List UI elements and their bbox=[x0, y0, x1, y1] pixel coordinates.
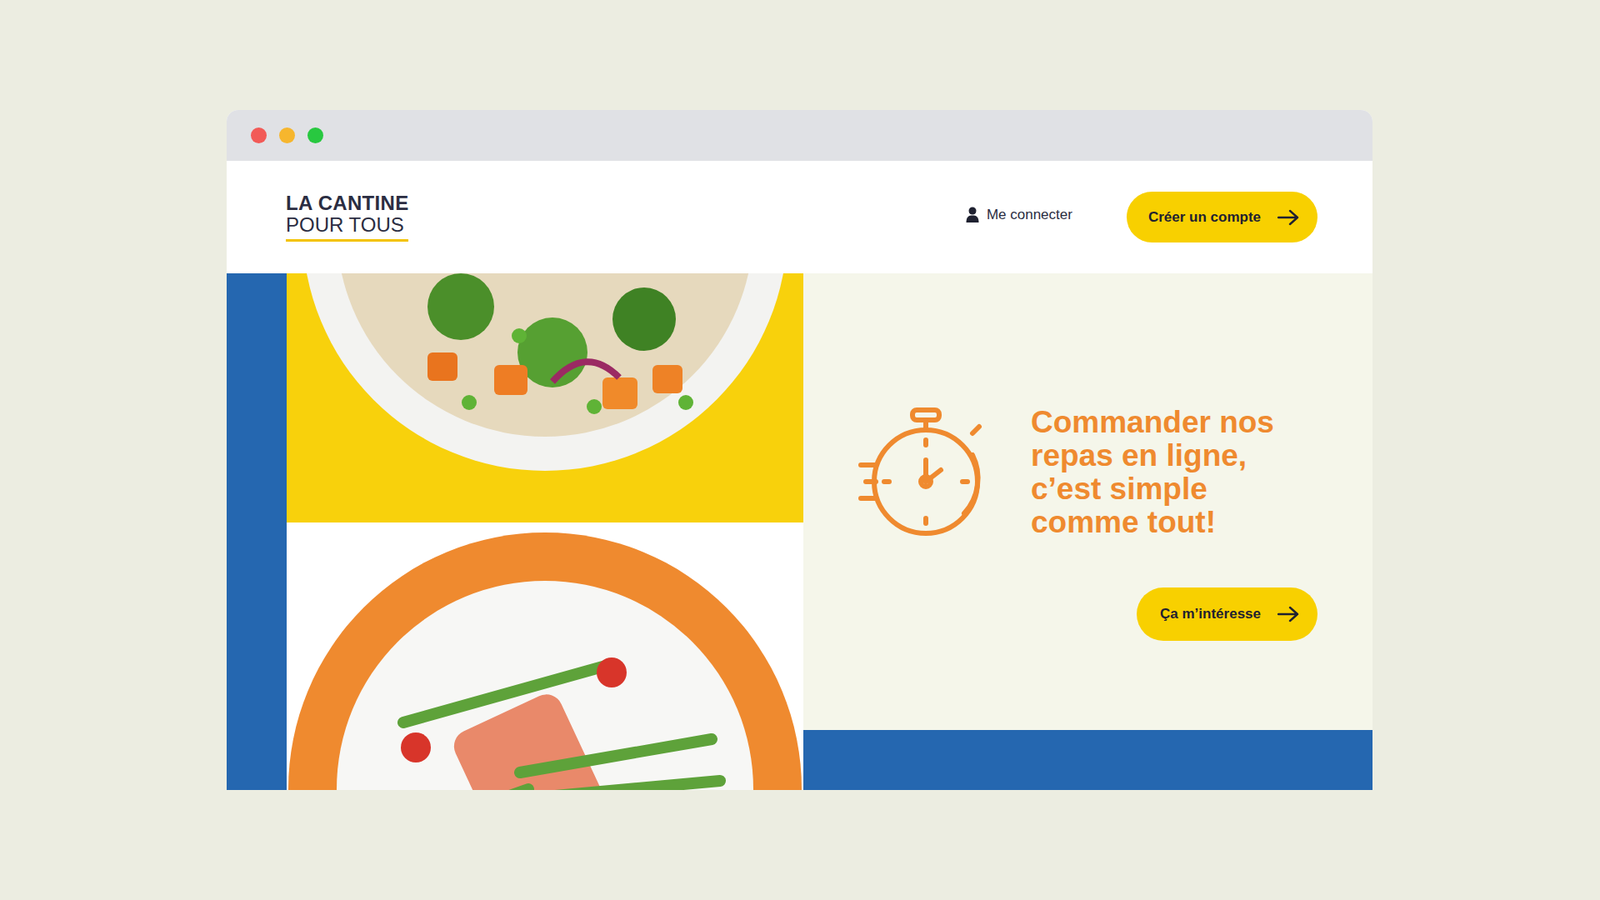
headline-line: c’est simple bbox=[1030, 472, 1275, 506]
promo-column: Commander nos repas en ligne, c’est simp… bbox=[803, 273, 1373, 790]
headline-line: repas en ligne, bbox=[1030, 439, 1275, 473]
minimize-dot[interactable] bbox=[279, 127, 295, 144]
stopwatch-icon bbox=[857, 406, 992, 539]
arrow-right-icon bbox=[1277, 209, 1300, 226]
cta-button[interactable]: Ça m’intéresse bbox=[1136, 587, 1318, 641]
title-bar bbox=[226, 110, 1373, 161]
quinoa-photo bbox=[286, 273, 804, 523]
promo-panel: Commander nos repas en ligne, c’est simp… bbox=[803, 273, 1373, 730]
orange-ring bbox=[288, 532, 802, 790]
browser-window: LA CANTINE POUR TOUS Me connecter Créer … bbox=[226, 110, 1373, 790]
site-header: LA CANTINE POUR TOUS Me connecter Créer … bbox=[226, 160, 1373, 274]
login-link[interactable]: Me connecter bbox=[965, 206, 1073, 224]
plate bbox=[336, 580, 754, 790]
logo-line[interactable]: LA CANTINE bbox=[285, 192, 409, 215]
blue-strip bbox=[226, 273, 287, 790]
salmon-illustration bbox=[336, 580, 754, 790]
headline: Commander nos repas en ligne, c’est simp… bbox=[1030, 405, 1275, 540]
salad-illustration bbox=[302, 273, 788, 471]
salmon-photo bbox=[286, 522, 804, 790]
plate bbox=[302, 273, 788, 471]
image-column bbox=[286, 273, 804, 790]
login-label[interactable]: Me connecter bbox=[986, 206, 1073, 224]
user-icon bbox=[965, 206, 980, 223]
logo[interactable]: LA CANTINE POUR TOUS bbox=[285, 192, 409, 242]
hero: Commander nos repas en ligne, c’est simp… bbox=[226, 273, 1373, 790]
logo-line[interactable]: POUR TOUS bbox=[285, 214, 409, 242]
signup-button[interactable]: Créer un compte bbox=[1126, 191, 1318, 243]
cta-label[interactable]: Ça m’intéresse bbox=[1160, 605, 1261, 623]
maximize-dot[interactable] bbox=[307, 127, 324, 144]
close-dot[interactable] bbox=[250, 127, 267, 144]
arrow-right-icon bbox=[1277, 605, 1300, 623]
headline-line: comme tout! bbox=[1030, 505, 1275, 540]
blue-bar bbox=[803, 730, 1373, 790]
signup-label[interactable]: Créer un compte bbox=[1148, 209, 1261, 226]
headline-line: Commander nos bbox=[1030, 405, 1275, 440]
